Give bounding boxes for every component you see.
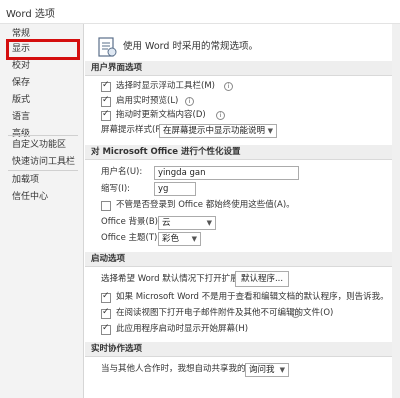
auto-share-changes-select[interactable]: 询问我 ▼ [245, 363, 289, 377]
chevron-down-icon: ▼ [206, 219, 212, 227]
open-attachments-reading-view-checkbox[interactable] [101, 307, 111, 319]
office-theme-value: 彩色 [162, 234, 180, 244]
chevron-down-icon: ▼ [267, 127, 273, 135]
open-attachments-reading-view-label: 在阅读视图下打开电子邮件附件及其他不可编辑的文件(O) [116, 308, 334, 318]
intro-text: 使用 Word 时采用的常规选项。 [123, 41, 258, 52]
auto-share-changes-label: 当与其他人合作时，我想自动共享我的更改: [101, 364, 266, 374]
section-header-startup: 启动选项 [85, 252, 400, 267]
auto-share-changes-value: 询问我 [249, 365, 275, 375]
sidebar-item-proofing[interactable]: 校对 [12, 58, 82, 74]
sidebar-item-language[interactable]: 语言 [12, 109, 82, 125]
office-background-value: 云 [162, 218, 171, 228]
office-background-label: Office 背景(B): [101, 217, 161, 227]
info-icon: i [224, 82, 233, 91]
section-header-ui-options: 用户界面选项 [85, 61, 400, 76]
sidebar-item-layout[interactable]: 版式 [12, 92, 82, 108]
sidebar: 常规 显示 校对 保存 版式 语言 高级 自定义功能区 快速访问工具栏 加载项 … [0, 24, 84, 398]
info-icon: i [185, 97, 194, 106]
office-background-select[interactable]: 云 ▼ [158, 216, 216, 230]
sidebar-item-add-ins[interactable]: 加载项 [12, 172, 82, 188]
default-programs-label: 选择希望 Word 默认情况下打开扩展名: [101, 274, 251, 284]
tell-me-default-checkbox[interactable] [101, 291, 111, 303]
chevron-down-icon: ▼ [191, 235, 197, 243]
info-icon: i [291, 309, 300, 318]
office-theme-select[interactable]: 彩色 ▼ [158, 232, 201, 246]
show-start-screen-checkbox[interactable] [101, 323, 111, 335]
general-options-icon [98, 37, 117, 57]
live-preview-checkbox[interactable] [101, 95, 111, 107]
sidebar-item-quick-access-toolbar[interactable]: 快速访问工具栏 [12, 154, 82, 170]
office-theme-label: Office 主题(T): [101, 233, 161, 243]
username-label: 用户名(U): [101, 167, 143, 177]
show-start-screen-label: 此应用程序启动时显示开始屏幕(H) [116, 324, 249, 334]
username-field[interactable]: yingda gan [154, 166, 299, 180]
sidebar-item-customize-ribbon[interactable]: 自定义功能区 [12, 137, 82, 153]
update-on-drag-label: 拖动时更新文档内容(D) [116, 110, 206, 120]
screentip-style-label: 屏幕提示样式(R): [101, 125, 168, 135]
mini-toolbar-checkbox[interactable] [101, 80, 111, 92]
info-icon: i [216, 111, 225, 120]
initials-field[interactable]: yg [154, 182, 196, 196]
tell-me-default-label: 如果 Microsoft Word 不是用于查看和编辑文档的默认程序，则告诉我。 [116, 292, 389, 302]
sidebar-item-trust-center[interactable]: 信任中心 [12, 189, 82, 205]
always-use-values-checkbox[interactable] [101, 201, 111, 211]
screentip-style-value: 在屏幕提示中显示功能说明 [163, 126, 266, 136]
main-panel: 使用 Word 时采用的常规选项。 用户界面选项 选择时显示浮动工具栏(M) i… [85, 24, 400, 398]
chevron-down-icon: ▼ [279, 366, 285, 374]
mini-toolbar-label: 选择时显示浮动工具栏(M) [116, 81, 215, 91]
update-on-drag-checkbox[interactable] [101, 109, 111, 121]
title-bar: Word 选项 [0, 0, 400, 24]
vertical-scrollbar[interactable] [392, 24, 400, 398]
section-header-personalize: 对 Microsoft Office 进行个性化设置 [85, 145, 400, 160]
window-title: Word 选项 [6, 9, 55, 20]
initials-label: 缩写(I): [101, 184, 131, 194]
sidebar-divider [8, 135, 78, 136]
section-header-coauthoring: 实时协作选项 [85, 342, 400, 357]
sidebar-item-save[interactable]: 保存 [12, 75, 82, 91]
always-use-values-label: 不管是否登录到 Office 都始终使用这些值(A)。 [116, 200, 295, 210]
screentip-style-select[interactable]: 在屏幕提示中显示功能说明 ▼ [159, 124, 277, 138]
sidebar-divider [8, 170, 78, 171]
live-preview-label: 启用实时预览(L) [116, 96, 179, 106]
default-programs-button[interactable]: 默认程序... [235, 271, 289, 287]
highlight-box [6, 39, 80, 60]
